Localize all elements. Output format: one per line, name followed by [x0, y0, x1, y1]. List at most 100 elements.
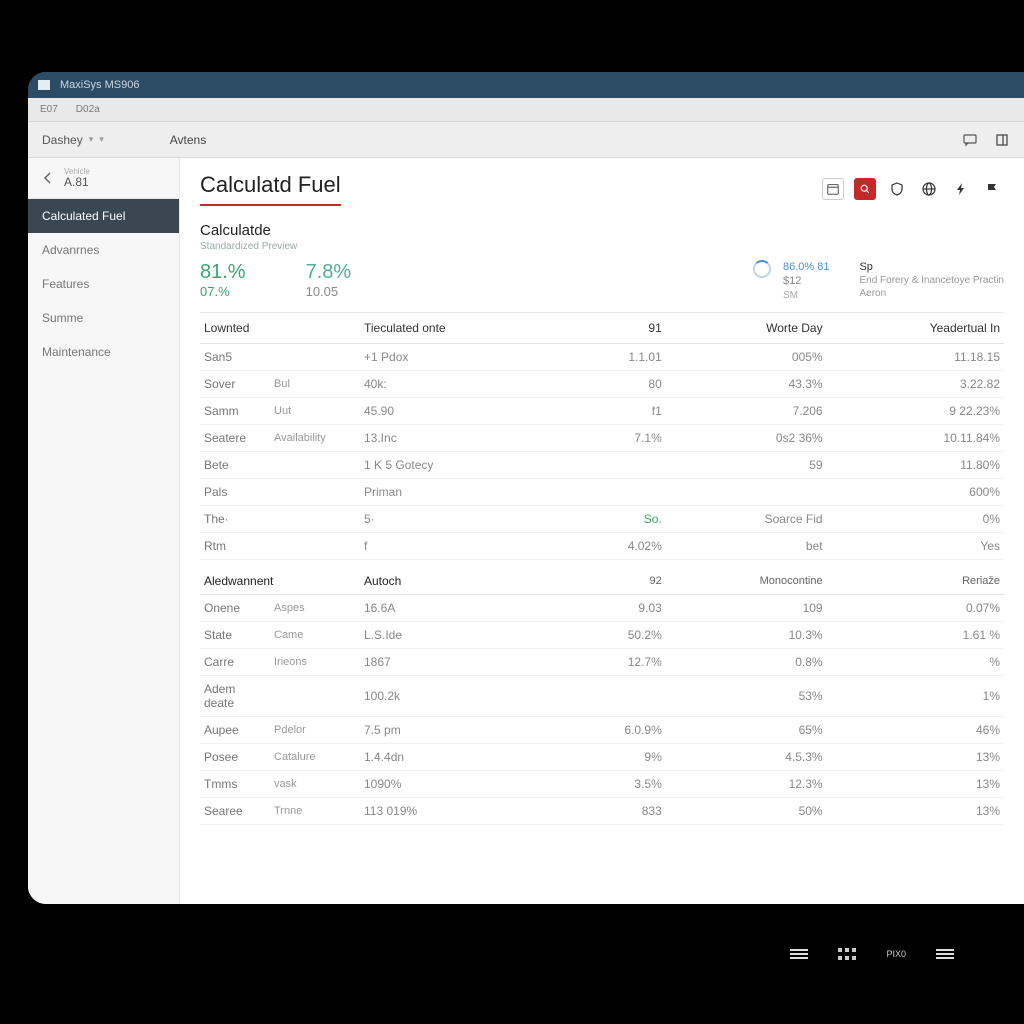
tab-strip: E07 D02a: [28, 98, 1024, 122]
section-subtitle: Standardized Preview: [200, 241, 1004, 252]
section-title: Calculatde: [200, 222, 1004, 239]
cell: 10.3%: [666, 621, 827, 648]
nav-menu-button[interactable]: [936, 949, 954, 959]
cell: 12.3%: [666, 770, 827, 797]
cell: Aupee: [200, 716, 270, 743]
cell: [270, 343, 360, 370]
kpi-label: End Forery & Inancetoye Practin: [859, 274, 1004, 287]
table-row: PoseeCatalure1.4.4dn9%4.5.3%13%: [200, 743, 1004, 770]
sidebar-item[interactable]: Features: [28, 267, 179, 301]
cell: 1.61 %: [827, 621, 1004, 648]
cell: [270, 451, 360, 478]
cell: Catalure: [270, 743, 360, 770]
back-button[interactable]: Vehicle A.81: [28, 158, 179, 199]
cell: %: [827, 648, 1004, 675]
cell: 1%: [827, 675, 1004, 716]
cell: 6.0.9%: [563, 716, 666, 743]
cell: Posee: [200, 743, 270, 770]
cell: 13%: [827, 770, 1004, 797]
table-row: CarreIrieons186712.7%0.8%%: [200, 648, 1004, 675]
search-icon[interactable]: [854, 178, 876, 200]
kpi-row: 81.% 07.% 7.8% 10.05 86.0% 81 $12 SM: [200, 260, 1004, 313]
toolbar-tab[interactable]: Avtens: [170, 133, 206, 147]
cell: f1: [563, 397, 666, 424]
cell: [666, 478, 827, 505]
cell: 1.4.4dn: [360, 743, 563, 770]
sidebar-item[interactable]: Maintenance: [28, 335, 179, 369]
section-header: Reriaže: [827, 559, 1004, 594]
kpi-label: Sp: [859, 260, 1004, 274]
cell: 7.5 pm: [360, 716, 563, 743]
cell: 0.07%: [827, 594, 1004, 621]
cell: 1.1.01: [563, 343, 666, 370]
kpi-value: SM: [783, 289, 829, 302]
comment-icon[interactable]: [962, 132, 978, 148]
cell: 9.03: [563, 594, 666, 621]
window-icon: [38, 80, 50, 90]
cell: Trnne: [270, 797, 360, 824]
calendar-icon[interactable]: [822, 178, 844, 200]
tab-a[interactable]: E07: [40, 104, 58, 115]
section-header: Monocontine: [666, 559, 827, 594]
cell: Bete: [200, 451, 270, 478]
cell: 4.5.3%: [666, 743, 827, 770]
table-row: SeatereAvailability13.Inc7.1%0s2 36%10.1…: [200, 424, 1004, 451]
cell: Irieons: [270, 648, 360, 675]
cell: Aspes: [270, 594, 360, 621]
kpi-value: 7.8%: [306, 260, 352, 284]
kpi-value: 07.%: [200, 284, 246, 299]
panel-icon[interactable]: [994, 132, 1010, 148]
toolbar: Dashey ▾ ▾ Avtens: [28, 122, 1024, 158]
device-nav-bar: PIX0: [0, 924, 1024, 984]
nav-menu-button[interactable]: [790, 949, 808, 959]
cell: 16.6A: [360, 594, 563, 621]
table-row: San5+1 Pdox1.1.01005%11.18.15: [200, 343, 1004, 370]
device-frame: MaxiSys MS906 E07 D02a Dashey ▾ ▾ Avtens: [28, 72, 1024, 904]
cell: 9 22.23%: [827, 397, 1004, 424]
cell: 1090%: [360, 770, 563, 797]
cell: 40k:: [360, 370, 563, 397]
table-row: PalsPriman600%: [200, 478, 1004, 505]
window-title: MaxiSys MS906: [60, 79, 139, 91]
cell: 113 019%: [360, 797, 563, 824]
cell: 109: [666, 594, 827, 621]
cell: 13.Inc: [360, 424, 563, 451]
nav-apps-button[interactable]: [838, 948, 856, 960]
cell: 0.8%: [666, 648, 827, 675]
sidebar-item[interactable]: Summe: [28, 301, 179, 335]
cell: 80: [563, 370, 666, 397]
cell: Soarce Fid: [666, 505, 827, 532]
cell: 50.2%: [563, 621, 666, 648]
cell: The·: [200, 505, 270, 532]
table-row: Adem deate100.2k53%1%: [200, 675, 1004, 716]
window-titlebar: MaxiSys MS906: [28, 72, 1024, 98]
cell: 7.206: [666, 397, 827, 424]
cell: 600%: [827, 478, 1004, 505]
cell: Searee: [200, 797, 270, 824]
cell: [563, 478, 666, 505]
chevron-left-icon: [40, 170, 56, 186]
table-row: OneneAspes16.6A9.031090.07%: [200, 594, 1004, 621]
globe-icon[interactable]: [918, 178, 940, 200]
table-row: SeareeTrnne113 019%83350%13%: [200, 797, 1004, 824]
cell: [270, 478, 360, 505]
cell: Uut: [270, 397, 360, 424]
cell: 65%: [666, 716, 827, 743]
sidebar-item-calculated-fuel[interactable]: Calculated Fuel: [28, 199, 179, 233]
flag-icon[interactable]: [982, 178, 1004, 200]
chevron-down-icon: ▾: [89, 134, 94, 145]
cell: 50%: [666, 797, 827, 824]
cell: 11.80%: [827, 451, 1004, 478]
cell: Samm: [200, 397, 270, 424]
cell: 53%: [666, 675, 827, 716]
sidebar-item[interactable]: Advanrnes: [28, 233, 179, 267]
breadcrumb[interactable]: Dashey: [42, 133, 83, 147]
tab-b[interactable]: D02a: [76, 104, 100, 115]
kpi-value: 10.05: [306, 284, 352, 299]
cell: 0%: [827, 505, 1004, 532]
cell: 7.1%: [563, 424, 666, 451]
nav-button[interactable]: PIX0: [886, 949, 906, 959]
lightning-icon[interactable]: [950, 178, 972, 200]
shield-icon[interactable]: [886, 178, 908, 200]
cell: Sover: [200, 370, 270, 397]
